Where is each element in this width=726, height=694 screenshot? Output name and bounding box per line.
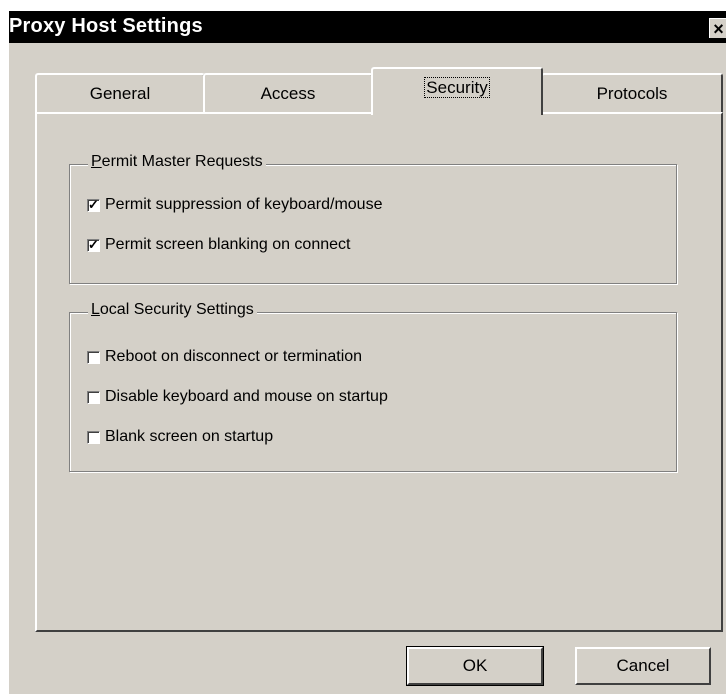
blank-screen-checkbox[interactable]	[87, 430, 100, 444]
tab-access[interactable]: Access	[203, 73, 373, 113]
permit-suppression-label: Permit suppression of keyboard/mouse	[105, 196, 383, 213]
tab-general[interactable]: General	[35, 73, 205, 113]
disable-keyboard-mouse-checkbox-row[interactable]: Disable keyboard and mouse on startup	[87, 387, 388, 407]
tab-access-label: Access	[260, 84, 316, 103]
local-security-settings-group: Local Security Settings Reboot on discon…	[69, 301, 677, 472]
close-icon: ×	[713, 19, 724, 39]
local-security-settings-mnemonic: L	[91, 301, 100, 318]
local-security-settings-title-rest: ocal Security Settings	[99, 301, 254, 318]
ok-button[interactable]: OK	[406, 646, 544, 686]
permit-master-requests-title: Permit Master Requests	[88, 153, 266, 171]
checkmark-icon: ✓	[88, 236, 99, 252]
tab-general-label: General	[89, 84, 151, 103]
permit-master-requests-title-rest: ermit Master Requests	[101, 153, 263, 170]
tab-security[interactable]: Security	[371, 67, 543, 115]
checkmark-icon: ✓	[88, 196, 99, 212]
dialog-title: Proxy Host Settings	[9, 15, 203, 37]
disable-keyboard-mouse-label: Disable keyboard and mouse on startup	[105, 388, 388, 405]
tab-protocols[interactable]: Protocols	[541, 73, 723, 113]
security-tab-panel: Permit Master Requests ✓ Permit suppress…	[35, 112, 723, 632]
tab-security-label: Security	[424, 77, 490, 98]
blank-screen-checkbox-row[interactable]: Blank screen on startup	[87, 427, 273, 447]
tab-protocols-label: Protocols	[596, 84, 668, 103]
close-button[interactable]: ×	[709, 18, 726, 39]
permit-screen-blanking-label: Permit screen blanking on connect	[105, 236, 351, 253]
permit-suppression-checkbox[interactable]: ✓	[87, 197, 100, 212]
proxy-host-settings-dialog: Proxy Host Settings × General Access Sec…	[8, 10, 726, 694]
blank-screen-label: Blank screen on startup	[105, 428, 274, 445]
permit-master-requests-group: Permit Master Requests ✓ Permit suppress…	[69, 153, 677, 284]
cancel-button[interactable]: Cancel	[575, 647, 711, 685]
reboot-on-disconnect-checkbox-row[interactable]: Reboot on disconnect or termination	[87, 347, 362, 367]
reboot-on-disconnect-checkbox[interactable]	[87, 350, 100, 364]
local-security-settings-title: Local Security Settings	[88, 301, 257, 319]
permit-suppression-checkbox-row[interactable]: ✓ Permit suppression of keyboard/mouse	[87, 195, 382, 215]
permit-screen-blanking-checkbox-row[interactable]: ✓ Permit screen blanking on connect	[87, 235, 350, 255]
title-bar[interactable]: Proxy Host Settings ×	[9, 11, 726, 43]
permit-screen-blanking-checkbox[interactable]: ✓	[87, 237, 100, 252]
reboot-on-disconnect-label: Reboot on disconnect or termination	[105, 348, 363, 365]
disable-keyboard-mouse-checkbox[interactable]	[87, 390, 100, 404]
permit-master-requests-mnemonic: P	[91, 153, 102, 170]
